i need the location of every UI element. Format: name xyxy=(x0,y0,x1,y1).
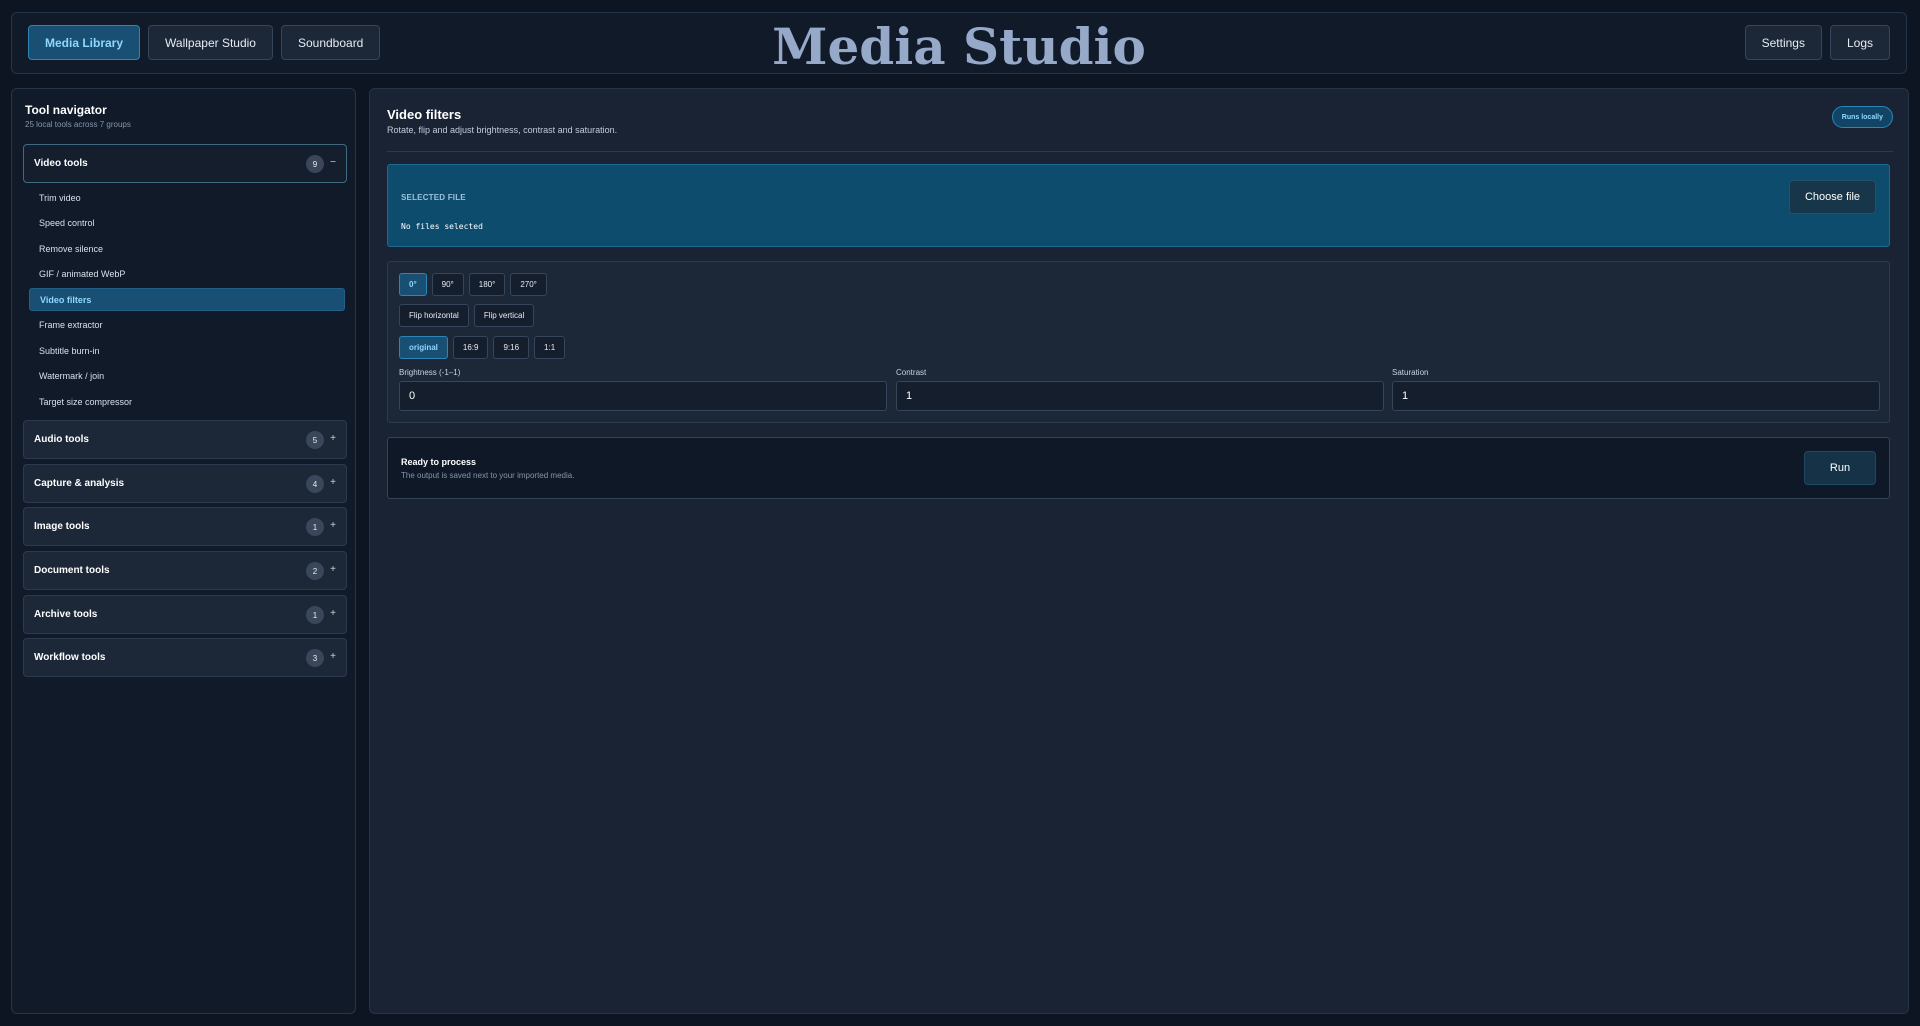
saturation-input[interactable] xyxy=(1392,381,1880,411)
group-archive-tools[interactable]: Archive tools 1 + xyxy=(23,595,347,634)
sidebar-subtitle: 25 local tools across 7 groups xyxy=(25,120,131,129)
file-picker-panel: SELECTED FILE No files selected Choose f… xyxy=(387,164,1890,247)
flip-horizontal-button[interactable]: Flip horizontal xyxy=(399,304,469,327)
expand-icon: + xyxy=(330,520,336,531)
tool-title: Video filters xyxy=(387,107,462,122)
tool-item-video-filters[interactable]: Video filters xyxy=(29,288,345,311)
tool-item-subtitle-burn-in[interactable]: Subtitle burn-in xyxy=(29,339,345,362)
contrast-input[interactable] xyxy=(896,381,1384,411)
group-label: Audio tools xyxy=(34,434,89,445)
tool-item-gif-webp[interactable]: GIF / animated WebP xyxy=(29,262,345,285)
run-status-title: Ready to process xyxy=(401,457,477,467)
run-panel: Ready to process The output is saved nex… xyxy=(387,437,1890,499)
saturation-label: Saturation xyxy=(1392,368,1429,377)
group-count-badge: 9 xyxy=(306,155,324,173)
flip-vertical-button[interactable]: Flip vertical xyxy=(473,304,535,327)
saturation-field: Saturation xyxy=(1392,368,1880,411)
expand-icon: + xyxy=(330,433,336,444)
tool-panel: Video filters Rotate, flip and adjust br… xyxy=(369,88,1909,1014)
group-video-tools[interactable]: Video tools 9 − xyxy=(23,144,347,183)
rotate-0-button[interactable]: 0° xyxy=(399,273,427,296)
divider xyxy=(387,151,1893,152)
brightness-field: Brightness (-1–1) xyxy=(399,368,887,411)
nav-soundboard-button[interactable]: Soundboard xyxy=(280,25,381,60)
tool-navigator: Tool navigator 25 local tools across 7 g… xyxy=(11,88,356,1014)
aspect-options: original 16:9 9:16 1:1 xyxy=(399,336,566,359)
group-label: Video tools xyxy=(34,158,88,169)
group-audio-tools[interactable]: Audio tools 5 + xyxy=(23,420,347,459)
group-label: Capture & analysis xyxy=(34,478,125,489)
filter-controls: 0° 90° 180° 270° Flip horizontal Flip ve… xyxy=(387,261,1890,423)
tool-item-watermark-join[interactable]: Watermark / join xyxy=(29,364,345,387)
rotation-options: 0° 90° 180° 270° xyxy=(399,273,547,296)
group-capture-analysis[interactable]: Capture & analysis 4 + xyxy=(23,464,347,503)
group-count-badge: 1 xyxy=(306,606,324,624)
tool-item-trim-video[interactable]: Trim video xyxy=(29,186,345,209)
collapse-icon: − xyxy=(330,157,336,168)
sidebar-title: Tool navigator xyxy=(25,103,107,117)
group-image-tools[interactable]: Image tools 1 + xyxy=(23,507,347,546)
expand-icon: + xyxy=(330,651,336,662)
aspect-1-1-button[interactable]: 1:1 xyxy=(534,336,566,359)
rotate-180-button[interactable]: 180° xyxy=(468,273,506,296)
settings-button[interactable]: Settings xyxy=(1744,25,1822,60)
logs-button[interactable]: Logs xyxy=(1829,25,1890,60)
nav-wallpaper-studio-button[interactable]: Wallpaper Studio xyxy=(148,25,273,60)
group-count-badge: 5 xyxy=(306,431,324,449)
flip-options: Flip horizontal Flip vertical xyxy=(399,304,535,327)
contrast-label: Contrast xyxy=(896,368,927,377)
group-count-badge: 3 xyxy=(306,649,324,667)
expand-icon: + xyxy=(330,477,336,488)
group-document-tools[interactable]: Document tools 2 + xyxy=(23,551,347,590)
tool-item-remove-silence[interactable]: Remove silence xyxy=(29,237,345,260)
rotate-90-button[interactable]: 90° xyxy=(431,273,464,296)
brightness-label: Brightness (-1–1) xyxy=(399,368,461,377)
aspect-9-16-button[interactable]: 9:16 xyxy=(493,336,530,359)
group-count-badge: 2 xyxy=(306,562,324,580)
selected-file-value: No files selected xyxy=(401,222,483,231)
expand-icon: + xyxy=(330,608,336,619)
expand-icon: + xyxy=(330,564,336,575)
group-count-badge: 1 xyxy=(306,518,324,536)
aspect-16-9-button[interactable]: 16:9 xyxy=(452,336,489,359)
secondary-nav: Settings Logs xyxy=(1744,25,1890,60)
contrast-field: Contrast xyxy=(896,368,1384,411)
group-workflow-tools[interactable]: Workflow tools 3 + xyxy=(23,638,347,677)
selected-file-label: SELECTED FILE xyxy=(401,193,466,202)
top-bar: Media Studio Media Library Wallpaper Stu… xyxy=(11,12,1907,74)
rotate-270-button[interactable]: 270° xyxy=(510,273,547,296)
nav-media-library-button[interactable]: Media Library xyxy=(28,25,141,60)
aspect-original-button[interactable]: original xyxy=(399,336,448,359)
tool-item-target-size-compressor[interactable]: Target size compressor xyxy=(29,390,345,413)
tool-description: Rotate, flip and adjust brightness, cont… xyxy=(387,125,618,135)
group-label: Document tools xyxy=(34,565,110,576)
run-button[interactable]: Run xyxy=(1804,451,1876,485)
group-label: Workflow tools xyxy=(34,652,106,663)
run-status-subtitle: The output is saved next to your importe… xyxy=(401,471,575,480)
tool-item-speed-control[interactable]: Speed control xyxy=(29,211,345,234)
group-count-badge: 4 xyxy=(306,475,324,493)
choose-file-button[interactable]: Choose file xyxy=(1789,180,1876,214)
tool-item-frame-extractor[interactable]: Frame extractor xyxy=(29,313,345,336)
runs-locally-badge: Runs locally xyxy=(1831,106,1893,128)
brightness-input[interactable] xyxy=(399,381,887,411)
group-label: Image tools xyxy=(34,521,90,532)
group-label: Archive tools xyxy=(34,609,98,620)
primary-nav: Media Library Wallpaper Studio Soundboar… xyxy=(28,25,381,60)
